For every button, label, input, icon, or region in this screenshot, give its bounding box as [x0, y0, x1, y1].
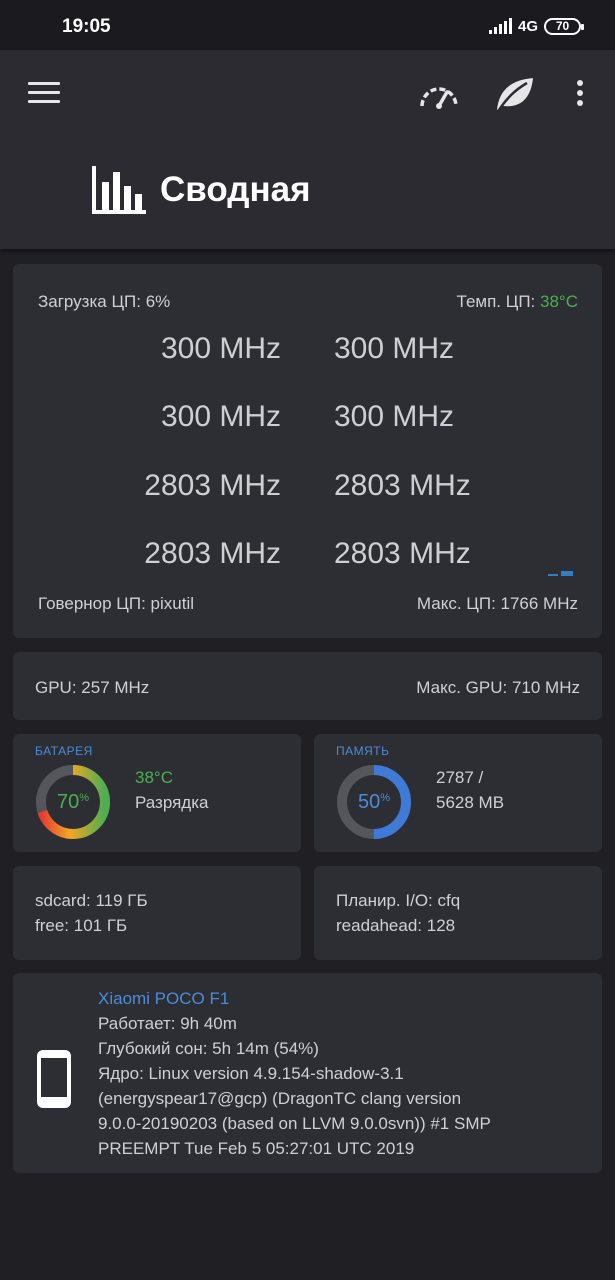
leaf-icon[interactable] [493, 74, 535, 112]
cpu-temp-value: 38°C [540, 292, 578, 311]
bar-chart-icon [92, 166, 146, 214]
cpu-card[interactable]: Загрузка ЦП: 6% Темп. ЦП: 38°C 300 MHz 3… [13, 264, 602, 638]
battery-heading: БАТАРЕЯ [35, 744, 93, 758]
kernel-line: 9.0.0-20190203 (based on LLVM 9.0.0svn))… [98, 1114, 491, 1133]
io-readahead: readahead: 128 [336, 916, 456, 935]
gauge-icon[interactable] [418, 76, 460, 110]
memory-card[interactable]: ПАМЯТЬ 50% 2787 / 5628 MB [314, 734, 602, 852]
cpu-core-5-freq: 2803 MHz [334, 469, 471, 502]
cpu-core-3-freq: 300 MHz [334, 400, 455, 433]
status-time: 19:05 [62, 16, 111, 37]
gpu-max: Макс. GPU: 710 MHz [416, 678, 580, 697]
cpu-core-1-freq: 300 MHz [334, 332, 455, 365]
cpu-governor: Говернор ЦП: pixutil [38, 594, 194, 613]
device-name: Xiaomi POCO F1 [98, 989, 230, 1008]
memory-total: 5628 MB [436, 793, 505, 812]
memory-used: 2787 / [436, 768, 484, 787]
cpu-load-graph [548, 570, 578, 576]
battery-status: Разрядка [135, 793, 209, 812]
sdcard-free: free: 101 ГБ [35, 916, 128, 935]
kernel-line: PREEMPT Tue Feb 5 05:27:01 UTC 2019 [98, 1139, 415, 1158]
status-bar: 19:05 4G 70 [0, 0, 615, 50]
device-deep-sleep: Глубокий сон: 5h 14m (54%) [98, 1039, 319, 1058]
battery-level-text: 70 [555, 19, 570, 33]
device-card[interactable]: Xiaomi POCO F1 Работает: 9h 40m Глубокий… [13, 973, 602, 1173]
cpu-core-0-freq: 300 MHz [160, 332, 281, 365]
io-scheduler: Планир. I/O: cfq [336, 891, 461, 910]
cpu-core-2-freq: 300 MHz [160, 400, 281, 433]
cpu-temp-label: Темп. ЦП: [456, 292, 536, 311]
gpu-freq: GPU: 257 MHz [35, 678, 150, 697]
memory-percent: 50% [334, 762, 414, 842]
sdcard-size: sdcard: 119 ГБ [35, 891, 148, 910]
more-vert-icon[interactable] [574, 80, 586, 110]
battery-card[interactable]: БАТАРЕЯ 70% 38°C Разрядка [13, 734, 301, 852]
battery-percent-sign: % [79, 792, 90, 804]
storage-card[interactable]: sdcard: 119 ГБ free: 101 ГБ [13, 866, 301, 960]
phone-icon [37, 1050, 71, 1108]
cpu-core-7-freq: 2803 MHz [334, 537, 471, 570]
memory-percent-value: 50 [357, 790, 381, 813]
battery-icon: 70 [544, 17, 584, 35]
kernel-line: (energyspear17@gcp) (DragonTC clang vers… [98, 1089, 462, 1108]
network-type: 4G [517, 17, 538, 35]
status-indicators: 4G 70 [488, 14, 584, 38]
menu-icon[interactable] [28, 82, 60, 104]
io-card[interactable]: Планир. I/O: cfq readahead: 128 [314, 866, 602, 960]
app-header: Сводная [0, 50, 615, 249]
gpu-card[interactable]: GPU: 257 MHz Макс. GPU: 710 MHz [13, 652, 602, 720]
memory-heading: ПАМЯТЬ [336, 744, 390, 758]
cpu-core-4-freq: 2803 MHz [144, 469, 281, 502]
battery-percent-value: 70 [56, 790, 80, 813]
signal-icon [488, 18, 512, 34]
device-uptime: Работает: 9h 40m [98, 1014, 237, 1033]
kernel-line: Ядро: Linux version 4.9.154-shadow-3.1 [98, 1064, 404, 1083]
cpu-temp: Темп. ЦП: 38°C [457, 292, 578, 312]
battery-percent: 70% [33, 762, 113, 842]
memory-percent-sign: % [380, 792, 391, 804]
battery-temperature: 38°C [135, 768, 173, 787]
cpu-core-6-freq: 2803 MHz [144, 537, 281, 570]
cpu-max: Макс. ЦП: 1766 MHz [416, 594, 578, 613]
page-title: Сводная [160, 170, 311, 209]
cpu-load: Загрузка ЦП: 6% [38, 292, 171, 311]
